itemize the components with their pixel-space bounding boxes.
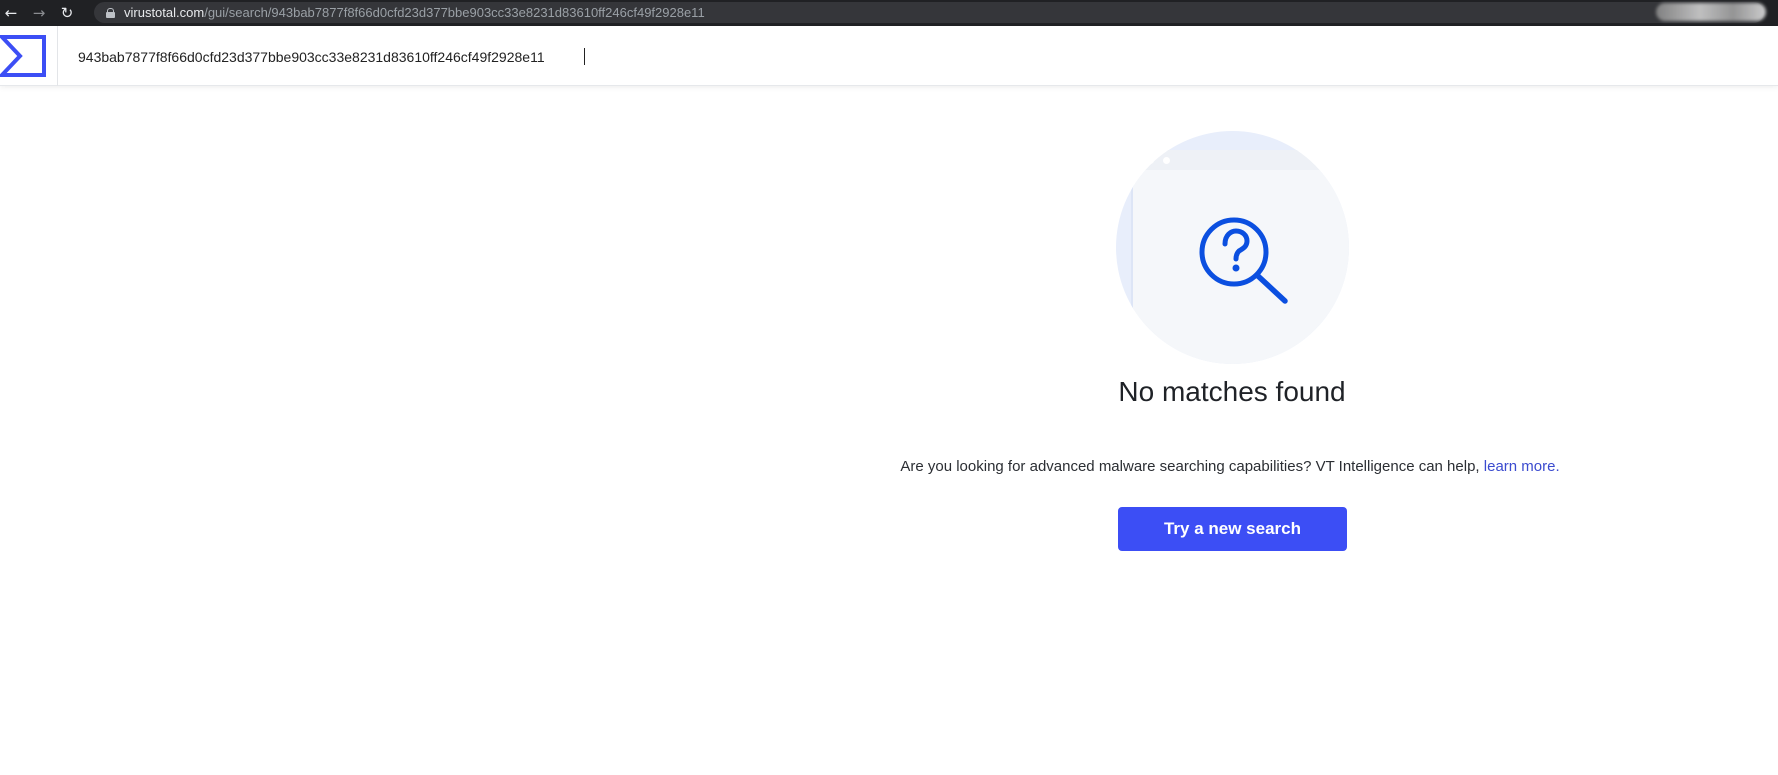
lock-icon[interactable] — [106, 7, 115, 18]
search-input[interactable] — [78, 44, 1678, 70]
description-text: Are you looking for advanced malware sea… — [900, 458, 1484, 475]
app-header — [0, 25, 1778, 86]
empty-state-description: Are you looking for advanced malware sea… — [880, 458, 1580, 475]
browser-toolbar: ← → ↻ virustotal.com/gui/search/943bab78… — [0, 0, 1778, 26]
window-dot — [1163, 157, 1170, 164]
window-dot — [1147, 157, 1154, 164]
question-magnifier-icon — [1199, 217, 1288, 304]
url-path: /gui/search/943bab7877f8f66d0cfd23d377bb… — [204, 5, 705, 20]
learn-more-link[interactable]: learn more. — [1484, 458, 1560, 475]
try-new-search-button[interactable]: Try a new search — [1118, 507, 1347, 551]
empty-state-title: No matches found — [1118, 376, 1346, 407]
url-host: virustotal.com — [124, 5, 205, 20]
address-bar[interactable]: virustotal.com/gui/search/943bab7877f8f6… — [94, 2, 1764, 23]
reload-icon[interactable]: ↻ — [56, 2, 78, 24]
back-arrow-icon[interactable]: ← — [0, 2, 22, 24]
illustration-window-bar — [1133, 150, 1349, 170]
no-results-illustration — [1116, 131, 1349, 364]
forward-arrow-icon[interactable]: → — [28, 2, 50, 24]
profile-area-redacted — [1656, 3, 1766, 21]
virustotal-logo-icon[interactable] — [0, 25, 58, 86]
sigma-logo-graphic — [0, 34, 46, 77]
text-caret — [584, 48, 585, 65]
